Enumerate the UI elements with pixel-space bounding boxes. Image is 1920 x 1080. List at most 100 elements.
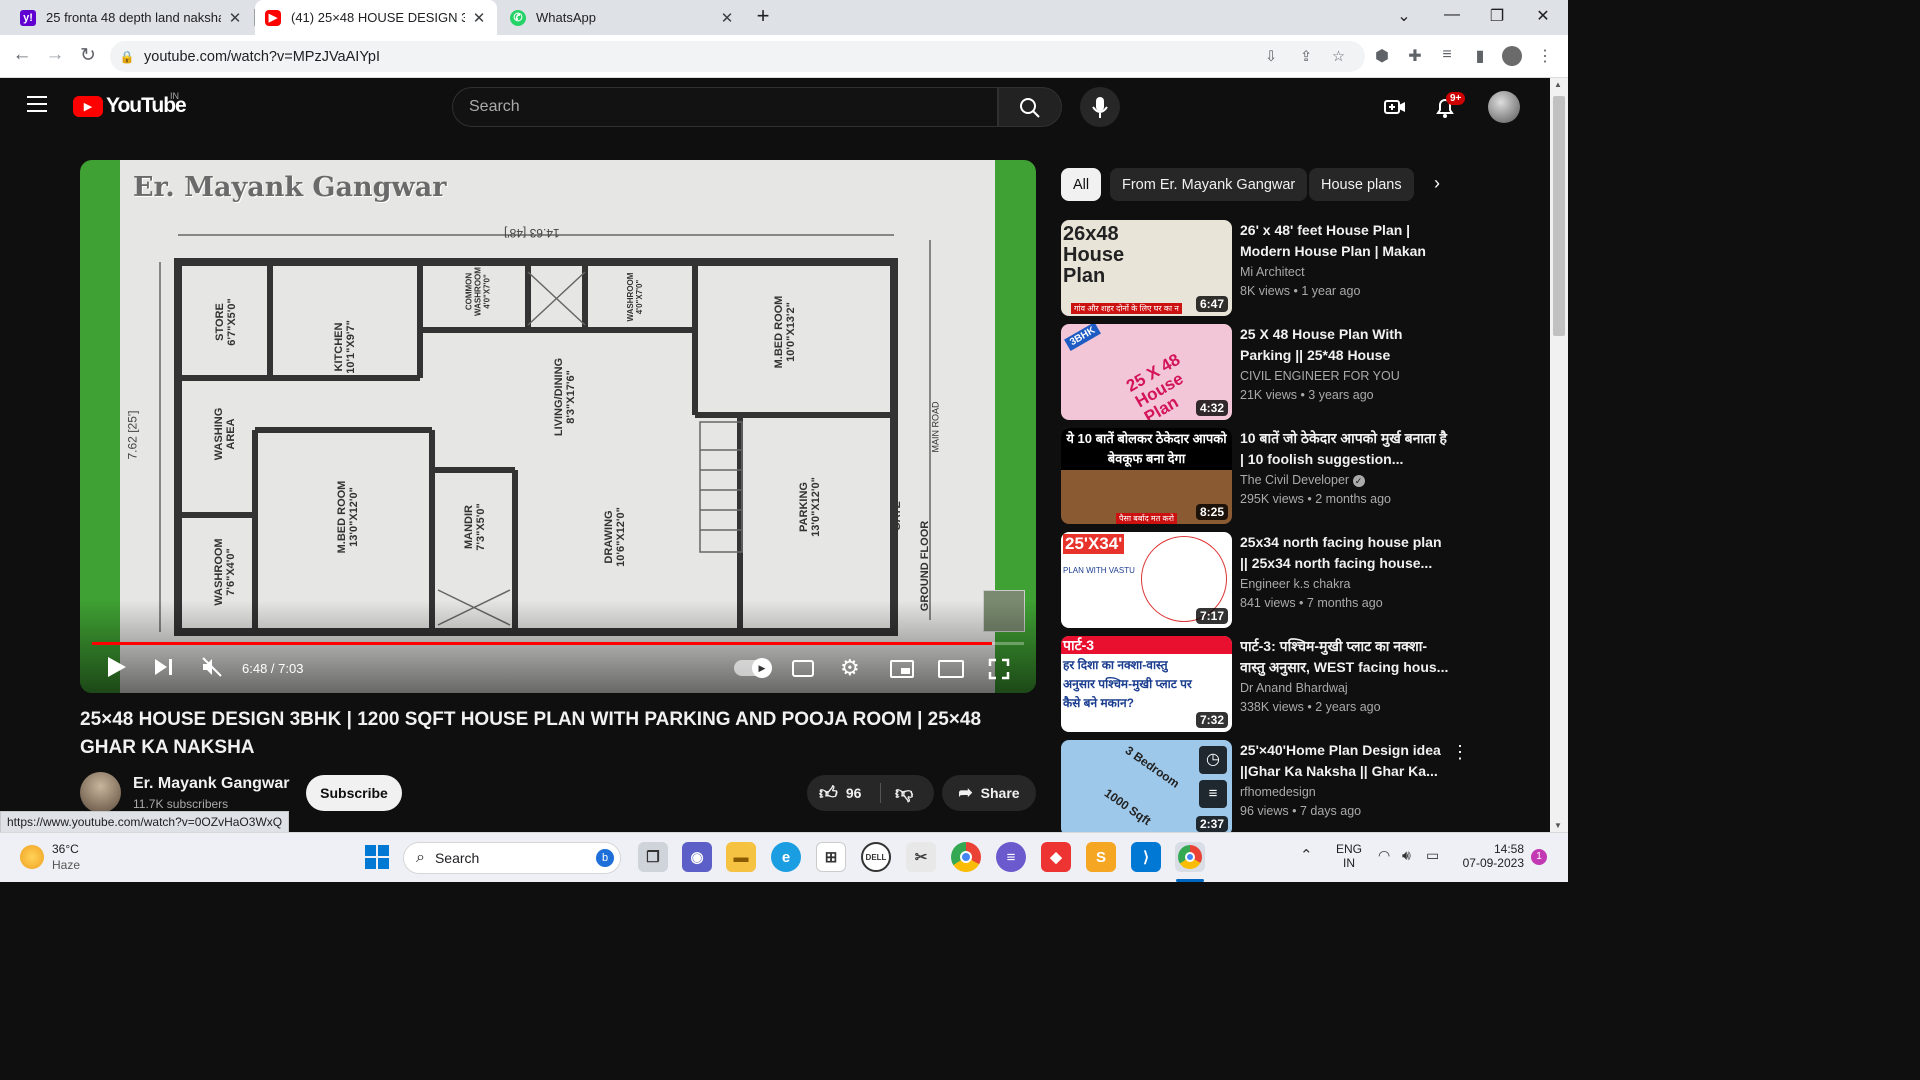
miniplayer-icon[interactable] [890, 660, 914, 678]
next-button[interactable] [152, 655, 176, 679]
video-title[interactable]: पार्ट-3: पश्चिम-मुखी प्लाट का नक्शा-वास्… [1240, 636, 1450, 677]
forward-button[interactable]: → [43, 44, 67, 66]
more-actions-icon[interactable]: ⋮ [1451, 742, 1469, 763]
related-video[interactable]: 25 X 48 House Plan 3BHK 4:32 25 X 48 Hou… [1061, 324, 1521, 420]
new-tab-button[interactable]: + [751, 3, 775, 29]
system-tray-chevron-icon[interactable]: ⌃ [1300, 846, 1313, 864]
snipping-tool-icon[interactable]: ✂ [906, 842, 936, 872]
create-video-icon[interactable] [1383, 95, 1407, 119]
like-icon[interactable]: 👍︎ [819, 782, 838, 804]
chip-all[interactable]: All [1061, 168, 1102, 201]
back-button[interactable]: ← [10, 44, 34, 66]
account-avatar[interactable] [1488, 91, 1520, 123]
fullscreen-icon[interactable] [988, 658, 1010, 680]
related-video[interactable]: 26x48 House Plan गांव और शहर दोनों के लि… [1061, 220, 1521, 316]
reload-button[interactable]: ↻ [76, 44, 100, 67]
windows-start-icon[interactable] [362, 842, 392, 872]
weather-sun-icon[interactable] [20, 845, 44, 869]
tab-yahoo[interactable]: y! 25 fronta 48 depth land naksha - ✕ [10, 0, 253, 35]
play-button[interactable] [104, 655, 128, 679]
video-title[interactable]: 10 बातें जो ठेकेदार आपको मुर्ख बनाता है … [1240, 428, 1450, 469]
progress-bar[interactable] [92, 642, 1024, 645]
close-icon[interactable]: ✕ [227, 9, 243, 27]
taskbar-search[interactable]: ⌕ Search b [403, 842, 621, 874]
watch-later-clock-icon[interactable]: ◷ [1199, 746, 1227, 774]
channel-name[interactable]: The Civil Developer ✓ [1240, 473, 1365, 487]
channel-name[interactable]: Dr Anand Bhardwaj [1240, 681, 1348, 695]
notification-count-badge[interactable]: 1 [1531, 849, 1547, 865]
clock[interactable]: 14:58 07-09-2023 [1458, 842, 1524, 870]
subtitles-icon[interactable] [792, 660, 814, 677]
hamburger-menu-icon[interactable] [27, 96, 47, 112]
close-icon[interactable]: ✕ [719, 9, 735, 27]
dislike-icon[interactable]: 👎︎ [895, 782, 913, 804]
channel-name[interactable]: Er. Mayank Gangwar [133, 775, 290, 793]
like-count[interactable]: 96 [846, 785, 862, 801]
tab-whatsapp[interactable]: ✆ WhatsApp ✕ [500, 0, 745, 35]
settings-gear-icon[interactable]: ⚙ [840, 656, 860, 680]
share-button[interactable]: ➦ Share [942, 775, 1036, 811]
install-icon[interactable]: ⇩ [1265, 49, 1277, 65]
side-panel-icon[interactable]: ▮ [1470, 46, 1490, 66]
extensions-icon[interactable]: ✚ [1405, 46, 1425, 66]
related-video[interactable]: 3 Bedroom 1000 Sqft ◷ ≡ 2:37 25'×40'Home… [1061, 740, 1521, 836]
microsoft-store-icon[interactable]: ⊞ [816, 842, 846, 872]
weather-temp[interactable]: 36°C [52, 842, 79, 856]
profile-avatar[interactable] [1502, 46, 1522, 66]
close-icon[interactable]: ✕ [471, 9, 487, 27]
channel-avatar[interactable] [80, 772, 121, 813]
video-title[interactable]: 25 X 48 House Plan With Parking || 25*48… [1240, 324, 1450, 365]
search-input[interactable]: Search [452, 87, 998, 127]
mute-button[interactable] [200, 655, 224, 679]
channel-name[interactable]: CIVIL ENGINEER FOR YOU [1240, 369, 1400, 383]
language-indicator[interactable]: ENG IN [1336, 842, 1362, 870]
battery-icon[interactable]: ▭ [1426, 847, 1439, 864]
voice-search-button[interactable] [1080, 87, 1120, 127]
video-player[interactable]: Er. Mayank Gangwar 14.63 [48'] 7.62 [25'… [80, 160, 1036, 693]
thumbnail[interactable]: ये 10 बातें बोलकर ठेकेदार आपको बेवकूफ बन… [1061, 428, 1232, 524]
thumbnail[interactable]: 3 Bedroom 1000 Sqft ◷ ≡ 2:37 [1061, 740, 1232, 836]
sublime-text-icon[interactable]: S [1086, 842, 1116, 872]
close-window-button[interactable]: ✕ [1531, 6, 1555, 26]
wifi-icon[interactable]: ◠ [1378, 847, 1390, 864]
vpn-icon[interactable]: ≡ [996, 842, 1026, 872]
file-explorer-icon[interactable]: ▬ [726, 842, 756, 872]
maximize-button[interactable]: ❐ [1485, 6, 1509, 26]
chrome-active-icon[interactable] [1175, 842, 1205, 872]
add-to-queue-icon[interactable]: ≡ [1199, 780, 1227, 808]
video-title[interactable]: 25'×40'Home Plan Design idea ||Ghar Ka N… [1240, 740, 1450, 781]
video-title[interactable]: 26' x 48' feet House Plan | Modern House… [1240, 220, 1450, 261]
minimize-button[interactable]: — [1440, 6, 1464, 24]
chip-house-plans[interactable]: House plans [1309, 168, 1414, 201]
theater-mode-icon[interactable] [938, 660, 964, 678]
media-control-icon[interactable]: ≡ [1437, 46, 1457, 66]
tab-youtube[interactable]: ▶ (41) 25×48 HOUSE DESIGN 3BHK ✕ [255, 0, 497, 35]
related-video[interactable]: 25'X34' PLAN WITH VASTU 7:17 25x34 north… [1061, 532, 1521, 628]
volume-icon[interactable]: 🔊︎ [1402, 847, 1411, 864]
anydesk-icon[interactable]: ◆ [1041, 842, 1071, 872]
bookmark-star-icon[interactable]: ☆ [1332, 49, 1345, 65]
dell-icon[interactable]: DELL [861, 842, 891, 872]
share-icon[interactable]: ⇪ [1300, 49, 1312, 65]
subscribe-button[interactable]: Subscribe [306, 775, 402, 811]
related-video[interactable]: पार्ट-3 हर दिशा का नक्शा-वास्तु अनुसार प… [1061, 636, 1521, 732]
thumbnail[interactable]: 25'X34' PLAN WITH VASTU 7:17 [1061, 532, 1232, 628]
page-scrollbar[interactable]: ▲ ▼ [1550, 78, 1568, 832]
teams-chat-icon[interactable]: ◉ [682, 842, 712, 872]
chevron-right-icon[interactable]: › [1434, 173, 1440, 194]
edge-browser-icon[interactable]: e [771, 842, 801, 872]
thumbnail[interactable]: 26x48 House Plan गांव और शहर दोनों के लि… [1061, 220, 1232, 316]
more-menu-icon[interactable]: ⋮ [1535, 46, 1555, 66]
autoplay-toggle[interactable]: ▶ [734, 658, 772, 678]
thumbnail[interactable]: 25 X 48 House Plan 3BHK 4:32 [1061, 324, 1232, 420]
tab-search-icon[interactable]: ⌄ [1392, 6, 1416, 26]
channel-name[interactable]: rfhomedesign [1240, 785, 1316, 799]
youtube-logo-icon[interactable]: ▶ [73, 96, 103, 117]
task-view-icon[interactable]: ❐ [638, 842, 668, 872]
vscode-icon[interactable]: ⟩ [1131, 842, 1161, 872]
video-title[interactable]: 25x34 north facing house plan || 25x34 n… [1240, 532, 1450, 573]
address-bar[interactable]: 🔒 youtube.com/watch?v=MPzJVaAIYpI ⇩ ⇪ ☆ [110, 41, 1365, 72]
search-button[interactable] [998, 87, 1062, 127]
related-video[interactable]: ये 10 बातें बोलकर ठेकेदार आपको बेवकूफ बन… [1061, 428, 1521, 524]
channel-name[interactable]: Engineer k.s chakra [1240, 577, 1350, 591]
